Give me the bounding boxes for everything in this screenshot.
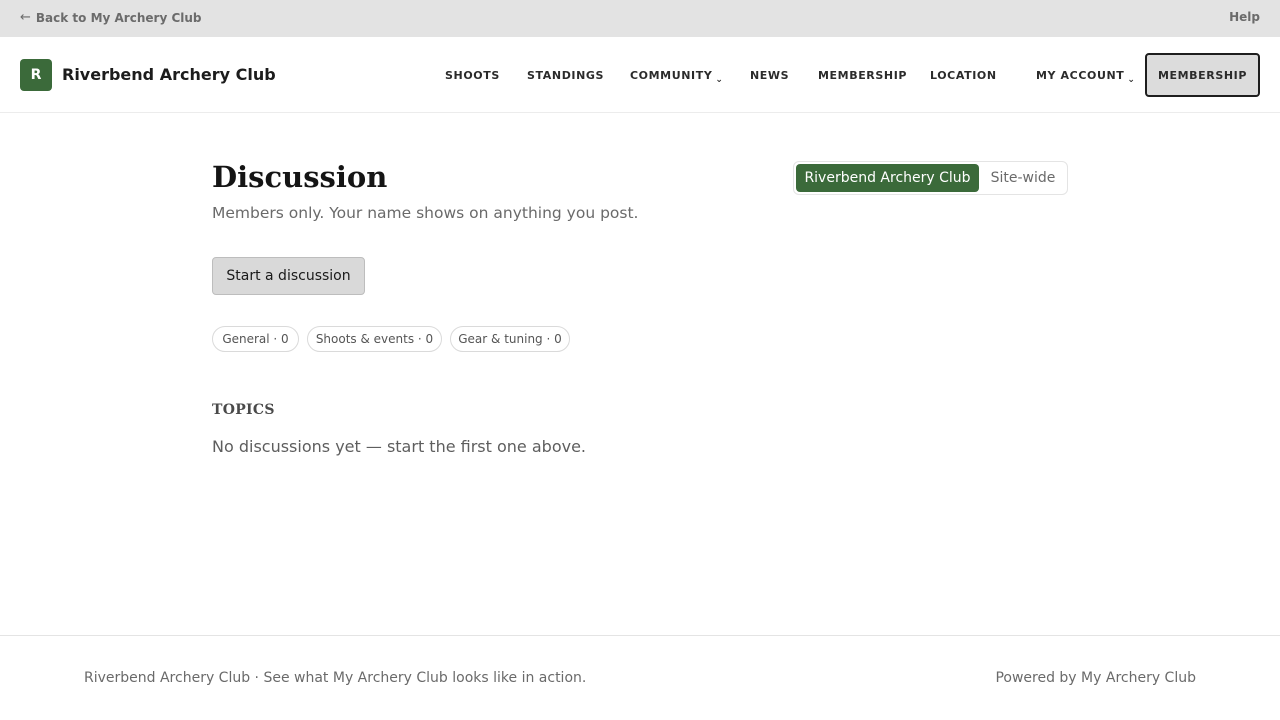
club-name[interactable]: Riverbend Archery Club xyxy=(62,65,276,84)
category-chip-gear-tuning[interactable]: Gear & tuning · 0 xyxy=(450,326,570,352)
start-discussion-button[interactable]: Start a discussion xyxy=(212,257,365,295)
category-chip-general[interactable]: General · 0 xyxy=(212,326,299,352)
topics-heading: TOPICS xyxy=(212,402,275,418)
footer-tagline: Riverbend Archery Club · See what My Arc… xyxy=(84,670,587,686)
nav-membership[interactable]: MEMBERSHIP xyxy=(818,69,907,82)
utility-bar: ← Back to My Archery Club Help xyxy=(0,0,1280,37)
nav-community[interactable]: COMMUNITY ⌄ xyxy=(630,69,724,85)
nav-community-label: COMMUNITY xyxy=(630,69,713,82)
scope-option-site-wide[interactable]: Site-wide xyxy=(982,164,1064,192)
nav-my-account-label: MY ACCOUNT xyxy=(1036,69,1125,82)
chevron-down-icon: ⌄ xyxy=(715,75,724,85)
page-subtitle: Members only. Your name shows on anythin… xyxy=(212,204,639,222)
site-header: R Riverbend Archery Club SHOOTS STANDING… xyxy=(0,37,1280,113)
help-link[interactable]: Help xyxy=(1229,10,1260,24)
nav-my-account[interactable]: MY ACCOUNT ⌄ xyxy=(1036,69,1136,85)
site-footer: Riverbend Archery Club · See what My Arc… xyxy=(0,635,1280,720)
membership-button[interactable]: MEMBERSHIP xyxy=(1145,53,1260,97)
arrow-left-icon: ← xyxy=(20,10,31,25)
nav-location[interactable]: LOCATION xyxy=(930,69,997,82)
powered-by-link[interactable]: Powered by My Archery Club xyxy=(995,670,1196,686)
nav-news[interactable]: NEWS xyxy=(750,69,789,82)
scope-option-club[interactable]: Riverbend Archery Club xyxy=(796,164,979,192)
category-chip-shoots-events[interactable]: Shoots & events · 0 xyxy=(307,326,442,352)
back-link[interactable]: ← Back to My Archery Club xyxy=(20,10,202,25)
empty-topics-message: No discussions yet — start the first one… xyxy=(212,437,586,456)
chevron-down-icon: ⌄ xyxy=(1127,75,1136,85)
scope-toggle: Riverbend Archery Club Site-wide xyxy=(793,161,1068,195)
nav-standings[interactable]: STANDINGS xyxy=(527,69,604,82)
nav-shoots[interactable]: SHOOTS xyxy=(445,69,500,82)
club-logo[interactable]: R xyxy=(20,59,52,91)
back-link-label: Back to My Archery Club xyxy=(35,10,202,25)
page-title: Discussion xyxy=(212,160,388,194)
